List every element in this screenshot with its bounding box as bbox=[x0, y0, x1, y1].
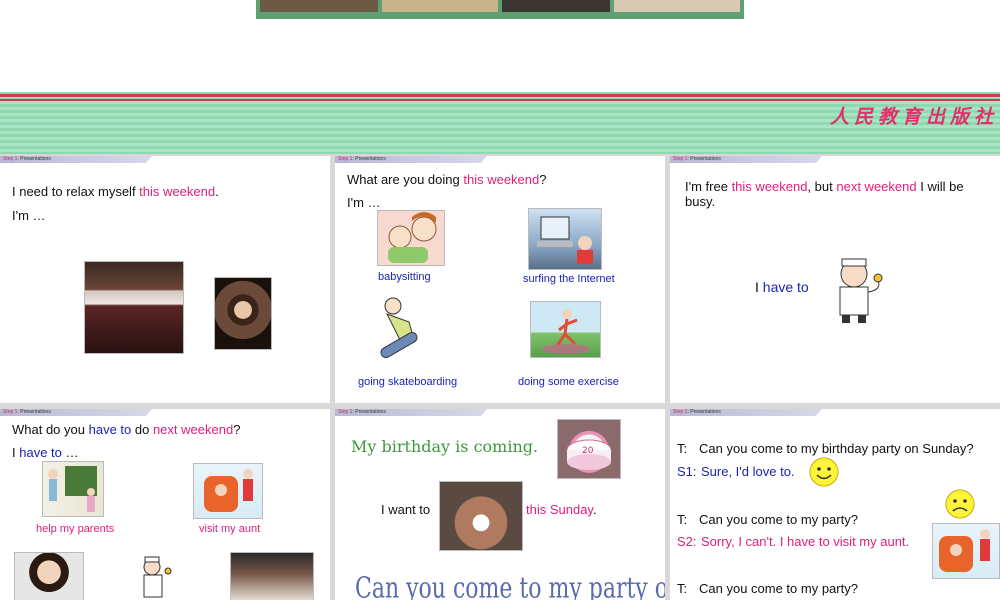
dialog-line: T: Can you come to my party? bbox=[677, 512, 858, 527]
banner-red-line bbox=[0, 94, 1000, 97]
babysitting-image bbox=[377, 210, 445, 266]
piano-photo bbox=[230, 552, 314, 600]
caption-visit-aunt: visit my aunt bbox=[199, 523, 261, 535]
slide-text: I want to bbox=[381, 502, 431, 517]
girl-photo bbox=[14, 552, 84, 600]
step-tab: Step 1: Presentations bbox=[670, 409, 822, 416]
slide-thumbnail-2[interactable]: Step 1: Presentations What are you doing… bbox=[335, 156, 665, 403]
slide-thumbnail-1[interactable]: Step 1: Presentations I need to relax my… bbox=[0, 156, 330, 403]
portrait-image bbox=[214, 277, 272, 350]
visit-aunt-image bbox=[932, 523, 1000, 579]
caption-skateboarding: going skateboarding bbox=[358, 376, 458, 388]
slide-thumbnail-6[interactable]: Step 1: Presentations T: Can you come to … bbox=[670, 409, 1000, 600]
computer-image bbox=[528, 208, 602, 270]
strip-photo bbox=[614, 0, 740, 12]
caption-exercise: doing some exercise bbox=[518, 376, 619, 388]
slide-thumbnail-4[interactable]: Step 1: Presentations What do you have t… bbox=[0, 409, 330, 600]
step-tab: Step 1: Presentations bbox=[0, 156, 152, 163]
top-photo-strip bbox=[256, 0, 744, 19]
step-tab: Step 1: Presentations bbox=[0, 409, 152, 416]
slide-text: busy. bbox=[685, 194, 716, 209]
slide-text: I have to bbox=[755, 279, 809, 295]
exercise-image bbox=[530, 301, 601, 358]
svg-text:20: 20 bbox=[582, 446, 594, 456]
slide-thumbnail-3[interactable]: Step 1: Presentations I'm free this week… bbox=[670, 156, 1000, 403]
caption-surfing: surfing the Internet bbox=[523, 273, 615, 285]
help-parents-image bbox=[42, 461, 104, 517]
step-tab: Step 1: Presentations bbox=[335, 409, 487, 416]
strip-photo bbox=[382, 0, 498, 12]
publisher-banner: 人民教育出版社 bbox=[0, 92, 1000, 154]
banner-red-line bbox=[0, 99, 1000, 101]
party-photo bbox=[439, 481, 523, 551]
dialog-line: S2: Sorry, I can't. I have to visit my au… bbox=[677, 534, 910, 549]
slide-thumbnail-5[interactable]: Step 1: Presentations My birthday is com… bbox=[335, 409, 665, 600]
step-tab: Step 1: Presentations bbox=[335, 156, 487, 163]
birthday-heading: My birthday is coming. bbox=[351, 437, 539, 456]
smile-icon bbox=[809, 457, 839, 487]
doctor-image bbox=[134, 555, 174, 600]
slide-text: I'm free this weekend, but next weekend … bbox=[685, 179, 964, 194]
frown-icon bbox=[945, 489, 975, 519]
visit-aunt-image bbox=[193, 463, 263, 519]
cinema-image bbox=[84, 261, 184, 354]
doctor-image bbox=[822, 256, 890, 326]
slide-thumbnail-grid: Step 1: Presentations I need to relax my… bbox=[0, 154, 1000, 600]
dialog-line: T: Can you come to my birthday party on S… bbox=[677, 441, 974, 456]
dialog-line: S1: Sure, I'd love to. bbox=[677, 464, 795, 479]
party-question: Can you come to my party on Sunday? bbox=[355, 573, 665, 600]
publisher-logo-text: 人民教育出版社 bbox=[829, 106, 998, 128]
slide-text: I need to relax myself this weekend. bbox=[12, 184, 219, 199]
slide-text: What are you doing this weekend? bbox=[347, 172, 547, 187]
slide-text: I'm … bbox=[12, 208, 46, 223]
skateboarding-image bbox=[373, 292, 431, 366]
birthday-cake-image: 20 bbox=[557, 419, 621, 479]
step-tab: Step 1: Presentations bbox=[670, 156, 822, 163]
slide-text: I have to … bbox=[12, 445, 79, 460]
caption-help-parents: help my parents bbox=[36, 523, 115, 535]
strip-photo bbox=[502, 0, 610, 12]
slide-text: What do you have to do next weekend? bbox=[12, 422, 241, 437]
strip-photo bbox=[260, 0, 378, 12]
slide-text: this Sunday. bbox=[526, 502, 597, 517]
slide-text: I'm … bbox=[347, 195, 381, 210]
caption-babysitting: babysitting bbox=[378, 271, 431, 283]
dialog-line: T: Can you come to my party? bbox=[677, 581, 858, 596]
